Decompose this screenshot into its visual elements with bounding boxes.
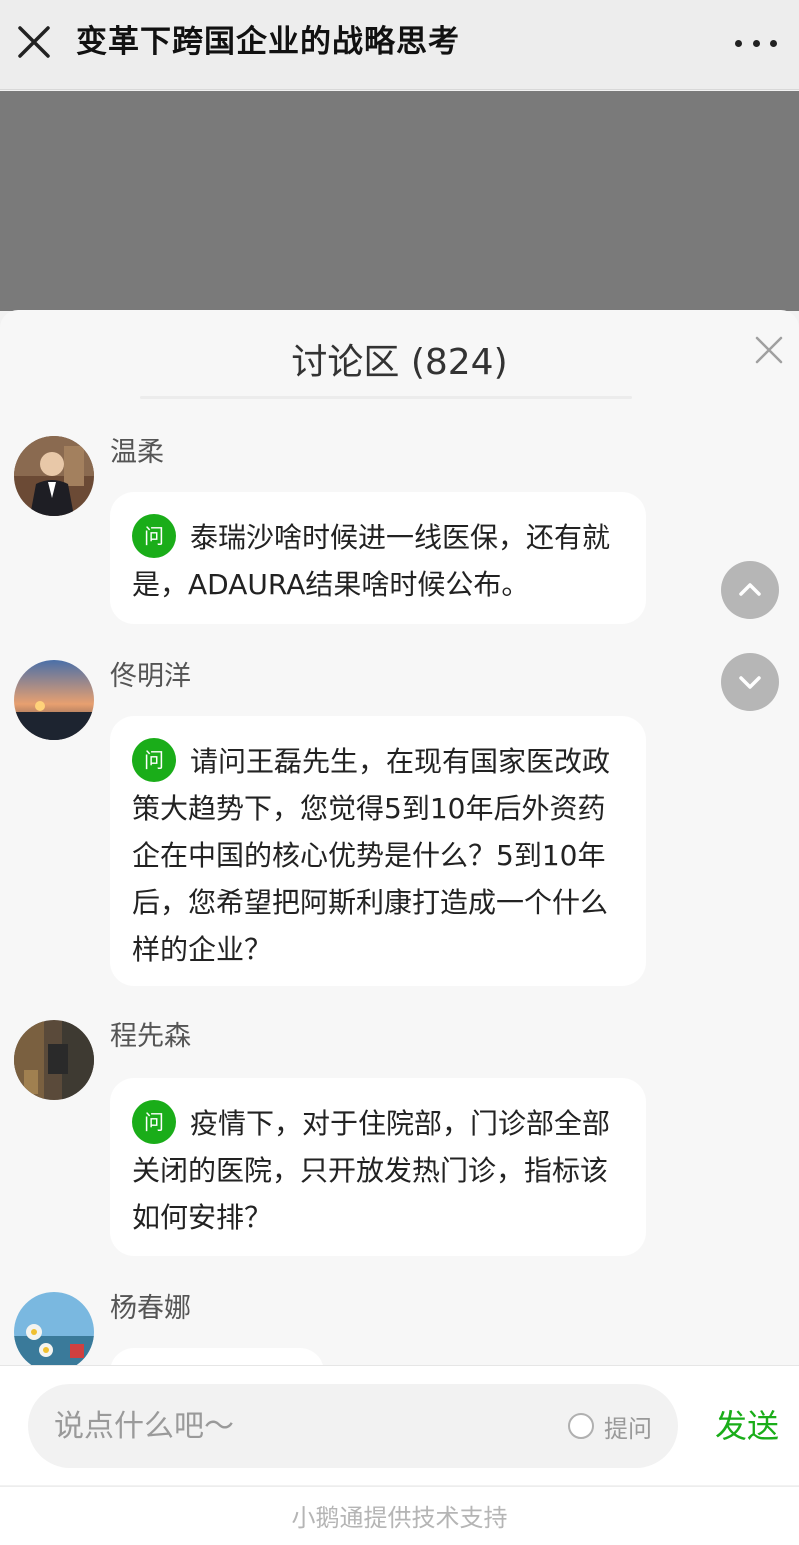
discussion-panel: 讨论区 (824) 温柔 问泰瑞沙啥时候进一线医保，还有就是，ADAURA结果啥… — [0, 310, 799, 1365]
send-button[interactable]: 发送 — [715, 1402, 779, 1450]
close-icon[interactable] — [14, 22, 54, 62]
powered-by-footer: 小鹅通提供技术支持 — [0, 1486, 799, 1545]
avatar[interactable] — [14, 1020, 94, 1100]
comment-text: 疫情下，对于住院部，门诊部全部关闭的医院，只开放发热门诊，指标该如何安排？ — [132, 1107, 611, 1234]
comment-input-container: 提问 — [28, 1384, 678, 1468]
username: 杨春娜 — [110, 1293, 191, 1324]
close-icon[interactable] — [753, 334, 785, 366]
avatar[interactable] — [14, 660, 94, 740]
composer-bar: 提问 发送 — [0, 1365, 799, 1485]
avatar[interactable] — [14, 436, 94, 516]
question-badge: 问 — [132, 514, 176, 558]
comment-text: 请问王磊先生，在现有国家医改政策大趋势下，您觉得5到10年后外资药企在中国的核心… — [132, 745, 611, 966]
panel-title: 讨论区 (824) — [291, 342, 508, 383]
scroll-up-button[interactable] — [721, 561, 779, 619]
comment-input[interactable] — [54, 1384, 554, 1468]
question-badge: 问 — [132, 738, 176, 782]
divider — [140, 396, 632, 399]
question-badge: 问 — [132, 1100, 176, 1144]
username: 温柔 — [110, 437, 164, 468]
comment-bubble: 问疫情下，对于住院部，门诊部全部关闭的医院，只开放发热门诊，指标该如何安排？ — [110, 1078, 646, 1256]
comment-bubble — [110, 1348, 324, 1365]
chevron-down-icon — [739, 676, 761, 689]
ask-question-toggle[interactable]: 提问 — [568, 1408, 652, 1444]
username: 佟明洋 — [110, 661, 191, 692]
video-player-area[interactable] — [0, 91, 799, 311]
comment-bubble: 问请问王磊先生，在现有国家医改政策大趋势下，您觉得5到10年后外资药企在中国的核… — [110, 716, 646, 986]
username: 程先森 — [110, 1021, 191, 1052]
radio-icon[interactable] — [568, 1413, 594, 1439]
comment-bubble: 问泰瑞沙啥时候进一线医保，还有就是，ADAURA结果啥时候公布。 — [110, 492, 646, 624]
chevron-up-icon — [739, 583, 761, 596]
top-bar: 变革下跨国企业的战略思考 — [0, 0, 799, 90]
more-dots-icon[interactable] — [735, 28, 777, 58]
avatar[interactable] — [14, 1292, 94, 1365]
page-title: 变革下跨国企业的战略思考 — [76, 24, 460, 60]
scroll-down-button[interactable] — [721, 653, 779, 711]
comment-text: 泰瑞沙啥时候进一线医保，还有就是，ADAURA结果啥时候公布。 — [132, 521, 611, 601]
ask-label: 提问 — [604, 1414, 652, 1443]
